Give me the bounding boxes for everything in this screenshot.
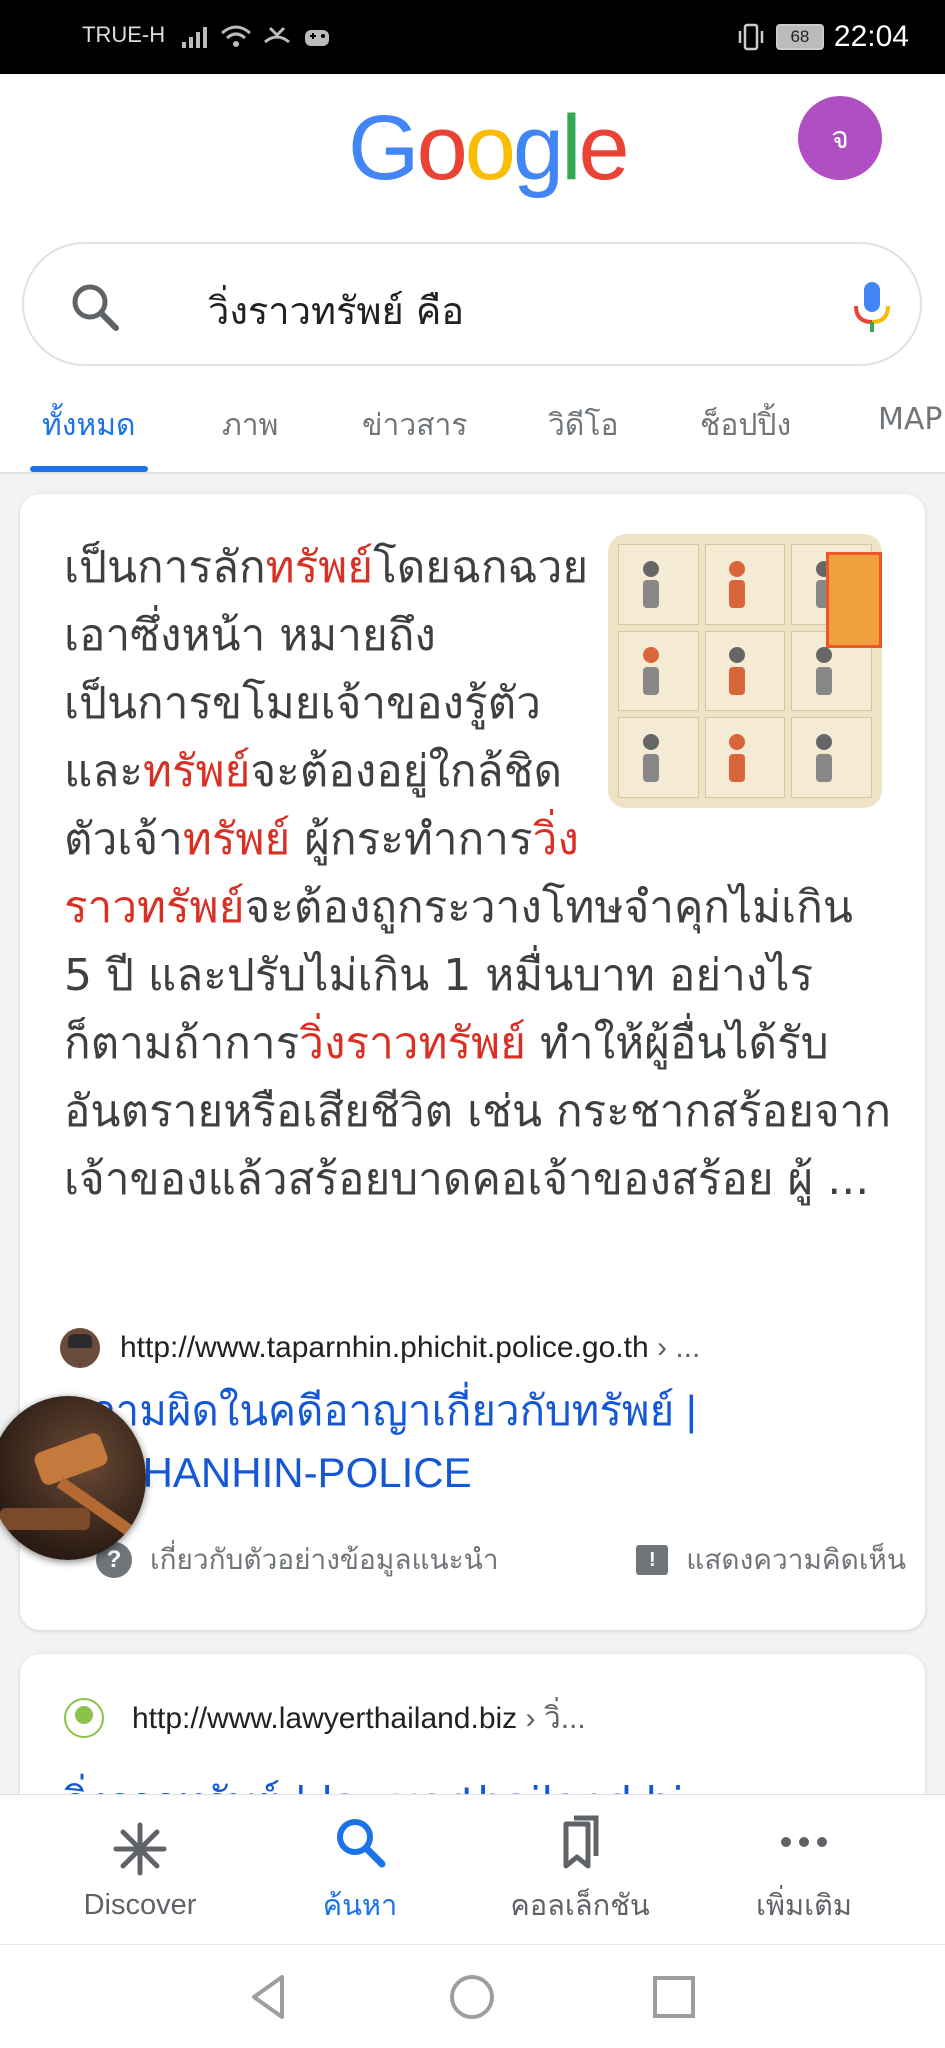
nav-collections-label: คอลเล็กชัน — [510, 1890, 650, 1922]
source-url-2-text: http://www.lawyerthailand.biz — [132, 1701, 518, 1735]
source-row[interactable]: http://www.taparnhin.phichit.police.go.t… — [60, 1324, 700, 1372]
snippet-highlight: วิ่งราวทรัพย์ — [299, 1018, 526, 1069]
tab-news[interactable]: ข่าวสาร — [362, 402, 467, 449]
about-snippet-label: เกี่ยวกับตัวอย่างข้อมูลแนะนำ — [150, 1543, 499, 1576]
nav-more-label: เพิ่มเติม — [755, 1890, 852, 1922]
logo-letter: o — [416, 97, 468, 199]
snippet-highlight: ทรัพย์ — [265, 542, 374, 593]
nav-discover[interactable]: Discover — [22, 1795, 258, 1945]
tab-images[interactable]: ภาพ — [222, 402, 278, 449]
feedback-button[interactable]: ! แสดงความคิดเห็น — [636, 1538, 906, 1582]
recents-icon[interactable] — [648, 1971, 700, 2023]
search-tabs: ทั้งหมด ภาพ ข่าวสาร วิดีโอ ช็อปปิ้ง MAP — [0, 380, 945, 472]
result-title-link-2[interactable]: วิ่งราวทรัพย์ | lawyerthailand.biz — [64, 1770, 884, 1794]
back-icon[interactable] — [244, 1971, 296, 2023]
avatar-letter: จ — [831, 120, 849, 156]
source-url-2-tail: › วิ่... — [517, 1701, 586, 1735]
bottom-navigation: Discover ค้นหา คอลเล็กชัน เพิ่มเติม — [0, 1794, 945, 1944]
snippet-segment: โดย — [373, 542, 452, 593]
feedback-label: แสดงความคิดเห็น — [686, 1543, 906, 1576]
site-favicon-2 — [64, 1698, 104, 1738]
carrier-label: TRUE-H — [82, 22, 166, 47]
google-logo[interactable]: Google — [348, 96, 630, 201]
search-icon — [337, 1819, 386, 1868]
about-snippet-button[interactable]: ? เกี่ยวกับตัวอย่างข้อมูลแนะนำ — [96, 1538, 499, 1582]
wifi-icon — [221, 25, 251, 47]
nav-discover-label: Discover — [83, 1888, 197, 1921]
battery-level: 68 — [790, 27, 810, 46]
bookmarks-icon — [563, 1815, 599, 1869]
tab-maps[interactable]: MAP — [878, 402, 943, 437]
microphone-icon[interactable] — [842, 278, 902, 338]
result-title-link[interactable]: ความผิดในคดีอาญาเกี่ยวกับทรัพย์ | TAPHAN… — [64, 1380, 884, 1504]
nav-search-label: ค้นหา — [322, 1890, 398, 1922]
thumbnail-spacer — [594, 534, 894, 834]
source-row-2[interactable]: http://www.lawyerthailand.biz › วิ่... — [64, 1694, 586, 1742]
source-url[interactable]: http://www.taparnhin.phichit.police.go.t… — [120, 1331, 700, 1365]
snippet-segment: เป็นการลัก — [64, 542, 266, 593]
search-box[interactable]: วิ่งราวทรัพย์ คือ — [22, 242, 922, 366]
clock: 22:04 — [833, 20, 909, 53]
search-query[interactable]: วิ่งราวทรัพย์ คือ — [208, 280, 464, 341]
feedback-icon: ! — [636, 1545, 669, 1575]
snippet-highlight: ทรัพย์ — [182, 814, 291, 865]
status-bar: TRUE-H 68 22:04 — [0, 0, 945, 74]
site-favicon — [60, 1328, 100, 1368]
status-icons-right: 68 22:04 — [736, 18, 909, 56]
missed-call-icon — [264, 26, 290, 44]
logo-letter: l — [561, 97, 582, 199]
search-icon[interactable] — [68, 280, 122, 334]
logo-letter: g — [512, 97, 564, 199]
tab-videos[interactable]: วิดีโอ — [548, 402, 618, 449]
signal-icon — [182, 27, 207, 48]
snippet-feedback-row: ? เกี่ยวกับตัวอย่างข้อมูลแนะนำ ! แสดงควา… — [96, 1538, 906, 1582]
logo-letter: o — [464, 97, 516, 199]
nav-more[interactable]: เพิ่มเติม — [686, 1795, 922, 1945]
source-url-2[interactable]: http://www.lawyerthailand.biz › วิ่... — [132, 1695, 586, 1742]
featured-snippet-card: เป็นการลักทรัพย์โดยฉกฉวยเอาซึ่งหน้า หมาย… — [20, 494, 925, 1630]
nav-search[interactable]: ค้นหา — [242, 1795, 478, 1945]
nav-collections[interactable]: คอลเล็กชัน — [462, 1795, 698, 1945]
system-navigation — [0, 1944, 945, 2048]
logo-letter: G — [348, 97, 420, 199]
status-icons-left — [180, 20, 332, 54]
logo-letter: e — [578, 97, 630, 199]
snippet-segment: ผู้กระทำการ — [290, 814, 533, 865]
home-icon[interactable] — [446, 1971, 498, 2023]
game-icon — [305, 30, 329, 46]
snippet-highlight: ทรัพย์ — [142, 746, 251, 797]
tab-shopping[interactable]: ช็อปปิ้ง — [700, 402, 791, 449]
vibrate-icon — [738, 23, 764, 51]
asterisk-icon — [113, 1822, 167, 1875]
account-avatar[interactable]: จ — [798, 96, 882, 180]
battery-indicator: 68 — [775, 24, 824, 50]
tab-all[interactable]: ทั้งหมด — [42, 402, 135, 449]
source-url-text: http://www.taparnhin.phichit.police.go.t… — [120, 1331, 649, 1364]
more-icon — [781, 1837, 827, 1847]
source-url-tail: › ... — [648, 1331, 701, 1364]
snippet-text: เป็นการลักทรัพย์โดยฉกฉวยเอาซึ่งหน้า หมาย… — [64, 534, 894, 1214]
